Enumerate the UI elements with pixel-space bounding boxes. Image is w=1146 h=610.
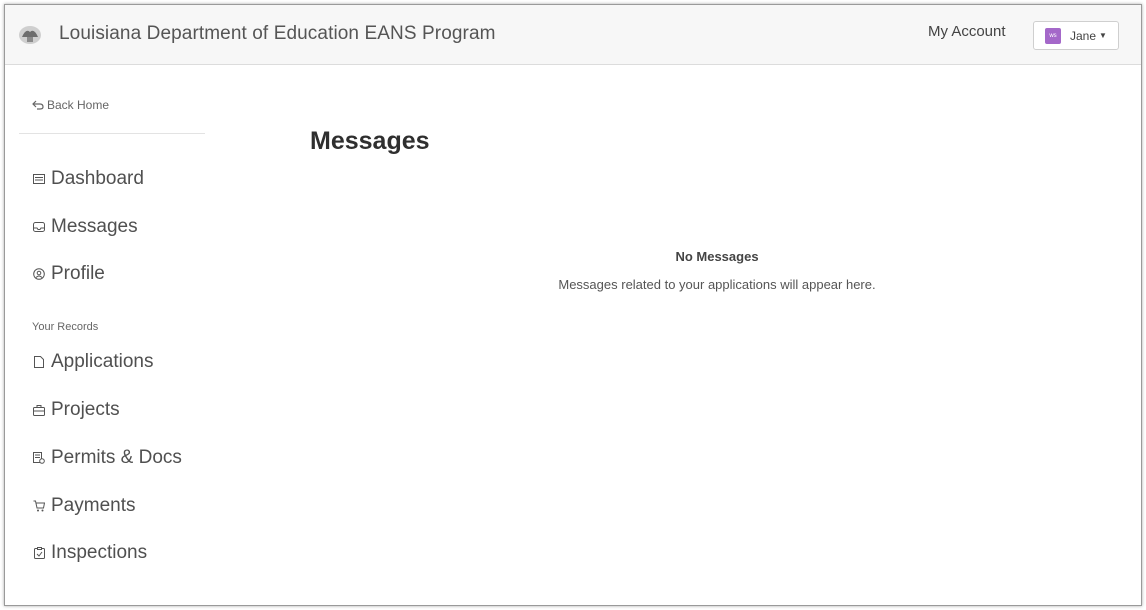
back-home-link[interactable]: Back Home (32, 98, 109, 112)
empty-state-message: Messages related to your applications wi… (558, 277, 876, 292)
sidebar-item-label: Applications (51, 351, 154, 372)
sidebar-divider (19, 133, 205, 134)
sidebar-item-label: Messages (51, 216, 138, 237)
chevron-down-icon: ▼ (1099, 31, 1107, 40)
sidebar-item-label: Dashboard (51, 168, 144, 189)
sidebar-item-label: Profile (51, 263, 105, 284)
back-arrow-icon (32, 100, 44, 110)
page-title: Messages (310, 127, 430, 155)
sidebar-item-applications[interactable]: Applications (32, 351, 153, 373)
my-account-link[interactable]: My Account (928, 23, 1006, 40)
app-window: Louisiana Department of Education EANS P… (4, 4, 1142, 606)
inbox-icon (32, 220, 46, 234)
back-home-label: Back Home (47, 98, 110, 112)
sidebar: Back Home Dashboard Messages Profile You… (5, 66, 210, 605)
sidebar-item-profile[interactable]: Profile (32, 263, 105, 285)
sidebar-item-label: Permits & Docs (51, 447, 182, 468)
state-seal-logo-icon (19, 26, 41, 44)
user-circle-icon (32, 267, 46, 281)
sidebar-item-label: Projects (51, 399, 120, 420)
user-menu-button[interactable]: ws Jane ▼ (1033, 21, 1119, 50)
dashboard-icon (32, 172, 46, 186)
sidebar-item-messages[interactable]: Messages (32, 216, 138, 238)
clipboard-icon (32, 546, 46, 560)
app-title[interactable]: Louisiana Department of Education EANS P… (59, 23, 496, 45)
permit-icon (32, 451, 46, 465)
top-navbar: Louisiana Department of Education EANS P… (5, 5, 1141, 65)
cart-icon (32, 499, 46, 513)
avatar: ws (1045, 27, 1061, 44)
briefcase-icon (32, 403, 46, 417)
empty-state-title: No Messages (675, 249, 759, 264)
sidebar-item-projects[interactable]: Projects (32, 399, 120, 421)
document-icon (32, 355, 46, 369)
sidebar-item-label: Payments (51, 495, 136, 516)
section-label-your-records: Your Records (32, 321, 99, 333)
sidebar-item-payments[interactable]: Payments (32, 495, 135, 517)
sidebar-item-label: Inspections (51, 542, 148, 563)
sidebar-item-dashboard[interactable]: Dashboard (32, 168, 144, 190)
sidebar-item-permits-docs[interactable]: Permits & Docs (32, 447, 182, 469)
user-name: Jane (1070, 28, 1097, 43)
sidebar-item-inspections[interactable]: Inspections (32, 542, 147, 564)
